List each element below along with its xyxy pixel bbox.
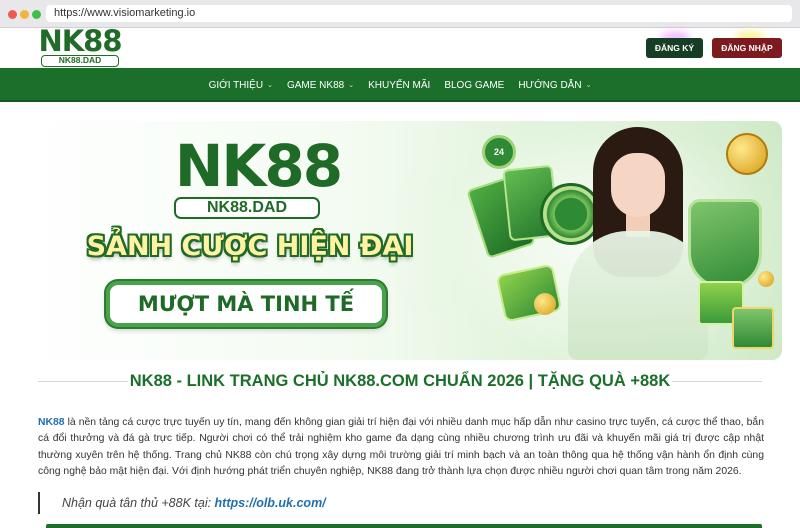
maximize-window-icon[interactable]: [32, 10, 41, 19]
nav-item[interactable]: GAME NK88 ⌄: [280, 80, 361, 91]
promo-link[interactable]: https://olb.uk.com/: [215, 496, 326, 510]
banner-pill: MƯỢT MÀ TINH TẾ: [106, 281, 386, 327]
brand-link[interactable]: NK88: [38, 417, 65, 428]
coin-icon: [534, 293, 556, 315]
intro-text: là nền tảng cá cược trực tuyến uy tín, m…: [38, 417, 764, 477]
site-header: NK88 NK88.DAD ĐĂNG KÝ ĐĂNG NHẬP: [0, 24, 800, 68]
banner-logo: NK88: [174, 132, 343, 200]
register-button[interactable]: ĐĂNG KÝ: [646, 38, 703, 58]
main-nav: GIỚI THIỆU ⌄ GAME NK88 ⌄ KHUYẾN MÃI BLOG GAME…: [0, 68, 800, 102]
minimize-window-icon[interactable]: [20, 10, 29, 19]
logo-domain: NK88.DAD: [41, 55, 119, 67]
model-face: [611, 153, 665, 217]
nav-item[interactable]: BLOG GAME: [437, 80, 511, 91]
banner-slogan: SẢNH CƯỢC HIỆN ĐẠI: [86, 231, 414, 262]
credit-card-icon: [495, 263, 563, 323]
logo-text: NK88: [38, 24, 122, 58]
chevron-down-icon: ⌄: [348, 82, 355, 89]
promo-quote: Nhận quà tân thủ +88K tại: https://olb.u…: [38, 492, 538, 514]
hero-banner[interactable]: NK88 NK88.DAD SẢNH CƯỢC HIỆN ĐẠI MƯỢT MÀ…: [18, 121, 782, 360]
shield-icon: [688, 199, 762, 289]
nav-item-label: HƯỚNG DẪN: [518, 79, 582, 91]
clock-24-icon: 24: [482, 135, 516, 169]
login-button[interactable]: ĐĂNG NHẬP: [712, 38, 782, 58]
nav-item-label: GIỚI THIỆU: [208, 79, 264, 91]
heading-divider-left: [38, 381, 128, 382]
banner-illustration: 24: [458, 121, 782, 360]
chevron-down-icon: ⌄: [585, 82, 592, 89]
nav-items: GIỚI THIỆU ⌄ GAME NK88 ⌄ KHUYẾN MÃI BLOG GAME…: [0, 68, 800, 102]
intro-paragraph: NK88 là nền tảng cá cược trực tuyến uy t…: [38, 415, 764, 480]
site-logo[interactable]: NK88 NK88.DAD: [34, 24, 126, 68]
nav-item-label: BLOG GAME: [444, 79, 505, 91]
coin-icon: [758, 271, 774, 287]
address-bar[interactable]: https://www.visiomarketing.io: [46, 5, 792, 22]
close-window-icon[interactable]: [8, 10, 17, 19]
nav-item[interactable]: KHUYẾN MÃI: [361, 80, 437, 91]
nav-item-label: KHUYẾN MÃI: [368, 79, 431, 91]
quote-text: Nhận quà tân thủ +88K tại:: [62, 496, 215, 510]
nav-item-label: GAME NK88: [286, 79, 345, 91]
model-dress: [568, 231, 708, 360]
banner-logo-domain: NK88.DAD: [174, 197, 320, 219]
check-badge-icon: [726, 133, 768, 175]
chevron-down-icon: ⌄: [267, 82, 273, 89]
nav-item[interactable]: GIỚI THIỆU ⌄: [202, 80, 280, 91]
page-title: NK88 - LINK TRANG CHỦ NK88.COM CHUẨN 202…: [129, 372, 671, 390]
content-divider: [46, 524, 762, 528]
heading-divider-right: [672, 381, 762, 382]
gift-box-icon: [732, 307, 774, 349]
nav-item[interactable]: HƯỚNG DẪN ⌄: [511, 80, 598, 91]
